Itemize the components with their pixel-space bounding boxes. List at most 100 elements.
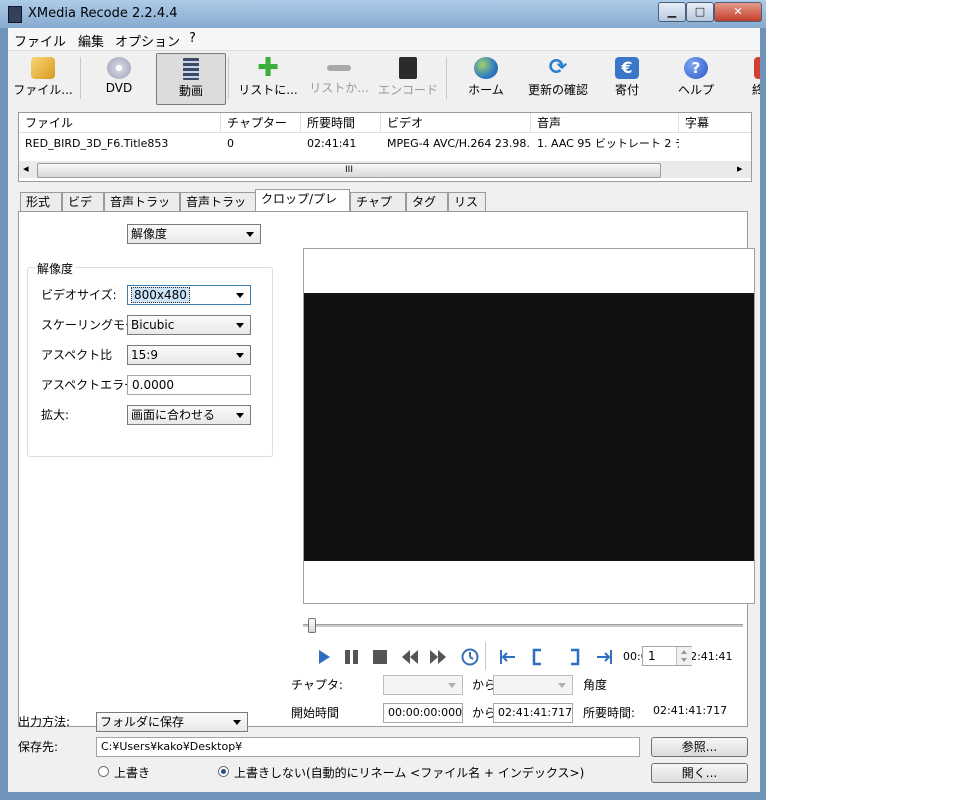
- spin-down-icon[interactable]: [681, 658, 687, 662]
- toolbar-separator: [80, 57, 81, 99]
- set-end-button[interactable]: [563, 646, 585, 668]
- minimize-button[interactable]: ▁: [658, 2, 686, 22]
- pause-button[interactable]: [341, 646, 363, 668]
- go-to-start-button[interactable]: [497, 646, 519, 668]
- add-to-list-button[interactable]: ✚ リストに...: [234, 53, 302, 103]
- angle-spinner[interactable]: 1: [642, 646, 692, 666]
- set-start-button[interactable]: [527, 646, 549, 668]
- scroll-thumb[interactable]: III: [37, 163, 661, 178]
- browse-button[interactable]: 参照...: [651, 737, 748, 757]
- tab-format[interactable]: 形式: [20, 192, 62, 211]
- output-method-select[interactable]: フォルダに保存: [96, 712, 248, 732]
- cell-video: MPEG-4 AVC/H.264 23.98...: [387, 137, 531, 150]
- menu-help[interactable]: ?: [189, 31, 196, 46]
- fast-forward-icon: [430, 650, 446, 664]
- column-header-video[interactable]: ビデオ: [381, 113, 531, 133]
- title-bar[interactable]: XMedia Recode 2.2.4.4 ▁ □ ✕: [0, 0, 766, 28]
- output-method-value: フォルダに保存: [100, 715, 185, 729]
- open-button[interactable]: 開く...: [651, 763, 748, 783]
- tab-chapters[interactable]: チャプター: [350, 192, 406, 228]
- menu-file[interactable]: ファイル: [14, 31, 66, 50]
- bracket-right-icon: [571, 648, 580, 666]
- stop-icon: [373, 650, 387, 664]
- column-header-chapter[interactable]: チャプター: [221, 113, 301, 133]
- cell-chapter: 0: [227, 137, 234, 150]
- go-to-time-button[interactable]: [459, 646, 481, 668]
- remove-from-list-button[interactable]: リストか...: [306, 53, 372, 103]
- table-row[interactable]: RED_BIRD_3D_F6.Title853 0 02:41:41 MPEG-…: [19, 133, 751, 153]
- stop-button[interactable]: [369, 646, 391, 668]
- aspect-ratio-label: アスペクト比: [41, 348, 113, 362]
- donate-label: 寄付: [614, 83, 639, 97]
- go-to-end-button[interactable]: [593, 646, 615, 668]
- overwrite-label[interactable]: 上書き: [114, 764, 150, 781]
- column-header-duration[interactable]: 所要時間: [301, 113, 381, 133]
- aspect-error-field[interactable]: 0.0000: [127, 375, 251, 395]
- column-header-subtitle[interactable]: 字幕: [679, 113, 751, 133]
- tab-audio-track-1[interactable]: 音声トラック 1: [104, 192, 180, 228]
- menu-options[interactable]: オプション: [115, 31, 180, 50]
- tab-video[interactable]: ビデオ: [62, 192, 104, 228]
- spin-up-icon[interactable]: [681, 650, 687, 654]
- chapter-end-select[interactable]: [493, 675, 573, 695]
- scroll-left-icon[interactable]: ◂: [23, 162, 29, 175]
- video-size-select[interactable]: 800x480: [127, 285, 251, 305]
- start-time-field[interactable]: 00:00:00:000: [383, 703, 463, 723]
- chevron-down-icon: [236, 323, 244, 328]
- open-file-button[interactable]: ファイル...: [10, 53, 76, 103]
- chapter-start-select[interactable]: [383, 675, 463, 695]
- check-updates-button[interactable]: ⟳ 更新の確認: [520, 53, 596, 103]
- help-icon: ?: [684, 57, 708, 79]
- angle-value: 1: [648, 649, 656, 663]
- tab-tags[interactable]: タグ: [406, 192, 448, 211]
- destination-field[interactable]: C:¥Users¥kako¥Desktop¥: [96, 737, 640, 757]
- maximize-button[interactable]: □: [686, 2, 714, 22]
- toolbar: ファイル... DVD 動画 ✚ リストに... リストか... エンコード ホ…: [8, 51, 760, 107]
- dvd-button[interactable]: DVD: [86, 53, 152, 103]
- rewind-button[interactable]: [399, 646, 421, 668]
- duration-label: 所要時間:: [583, 706, 636, 720]
- tab-list[interactable]: リスト: [448, 192, 486, 228]
- scaling-mode-select[interactable]: Bicubic: [127, 315, 251, 335]
- open-file-label: ファイル...: [13, 83, 73, 97]
- zoom-select[interactable]: 画面に合わせる: [127, 405, 251, 425]
- seek-slider-thumb[interactable]: [308, 618, 316, 633]
- player-separator: [485, 642, 486, 670]
- tab-audio-track-2[interactable]: 音声トラック 2: [180, 192, 256, 228]
- cell-audio: 1. AAC 95 ビットレート 2 チ...: [537, 137, 679, 150]
- spin-buttons[interactable]: [676, 647, 692, 665]
- resolution-group-title: 解像度: [35, 260, 76, 277]
- tab-crop-preview[interactable]: クロップ/プレビュー: [255, 189, 350, 225]
- no-overwrite-label[interactable]: 上書きしない(自動的にリネーム <ファイル名 + インデックス>): [234, 764, 584, 781]
- check-updates-label: 更新の確認: [527, 83, 588, 97]
- crop-preview-panel: 解像度 解像度 ビデオサイズ: 800x480 スケーリングモード: Bicub…: [18, 211, 755, 727]
- go-to-start-icon: [500, 650, 515, 664]
- close-button[interactable]: ✕: [714, 2, 762, 22]
- seek-slider-track[interactable]: [303, 624, 743, 627]
- exit-button[interactable]: 終: [738, 53, 760, 103]
- euro-icon: €: [615, 57, 639, 79]
- refresh-icon: ⟳: [548, 55, 568, 80]
- chevron-down-icon: [236, 413, 244, 418]
- no-overwrite-radio[interactable]: [218, 766, 229, 777]
- window-title: XMedia Recode 2.2.4.4: [28, 6, 178, 21]
- help-label: ヘルプ: [677, 83, 714, 97]
- column-header-file[interactable]: ファイル: [19, 113, 221, 133]
- end-time-field[interactable]: 02:41:41:717: [493, 703, 573, 723]
- fast-forward-button[interactable]: [427, 646, 449, 668]
- scroll-right-icon[interactable]: ▸: [737, 162, 743, 175]
- play-button[interactable]: [313, 646, 335, 668]
- column-header-audio[interactable]: 音声: [531, 113, 679, 133]
- horizontal-scrollbar[interactable]: ◂ III ▸: [19, 161, 751, 178]
- video-button[interactable]: 動画: [156, 53, 226, 105]
- home-button[interactable]: ホーム: [454, 53, 518, 103]
- plus-icon: ✚: [257, 53, 279, 83]
- toolbar-separator: [446, 57, 447, 99]
- donate-button[interactable]: € 寄付: [598, 53, 656, 103]
- overwrite-radio[interactable]: [98, 766, 109, 777]
- encode-button[interactable]: エンコード: [374, 53, 442, 103]
- resolution-mode-select[interactable]: 解像度: [127, 224, 261, 244]
- menu-edit[interactable]: 編集: [78, 31, 104, 50]
- help-button[interactable]: ? ヘルプ: [664, 53, 728, 103]
- aspect-ratio-select[interactable]: 15:9: [127, 345, 251, 365]
